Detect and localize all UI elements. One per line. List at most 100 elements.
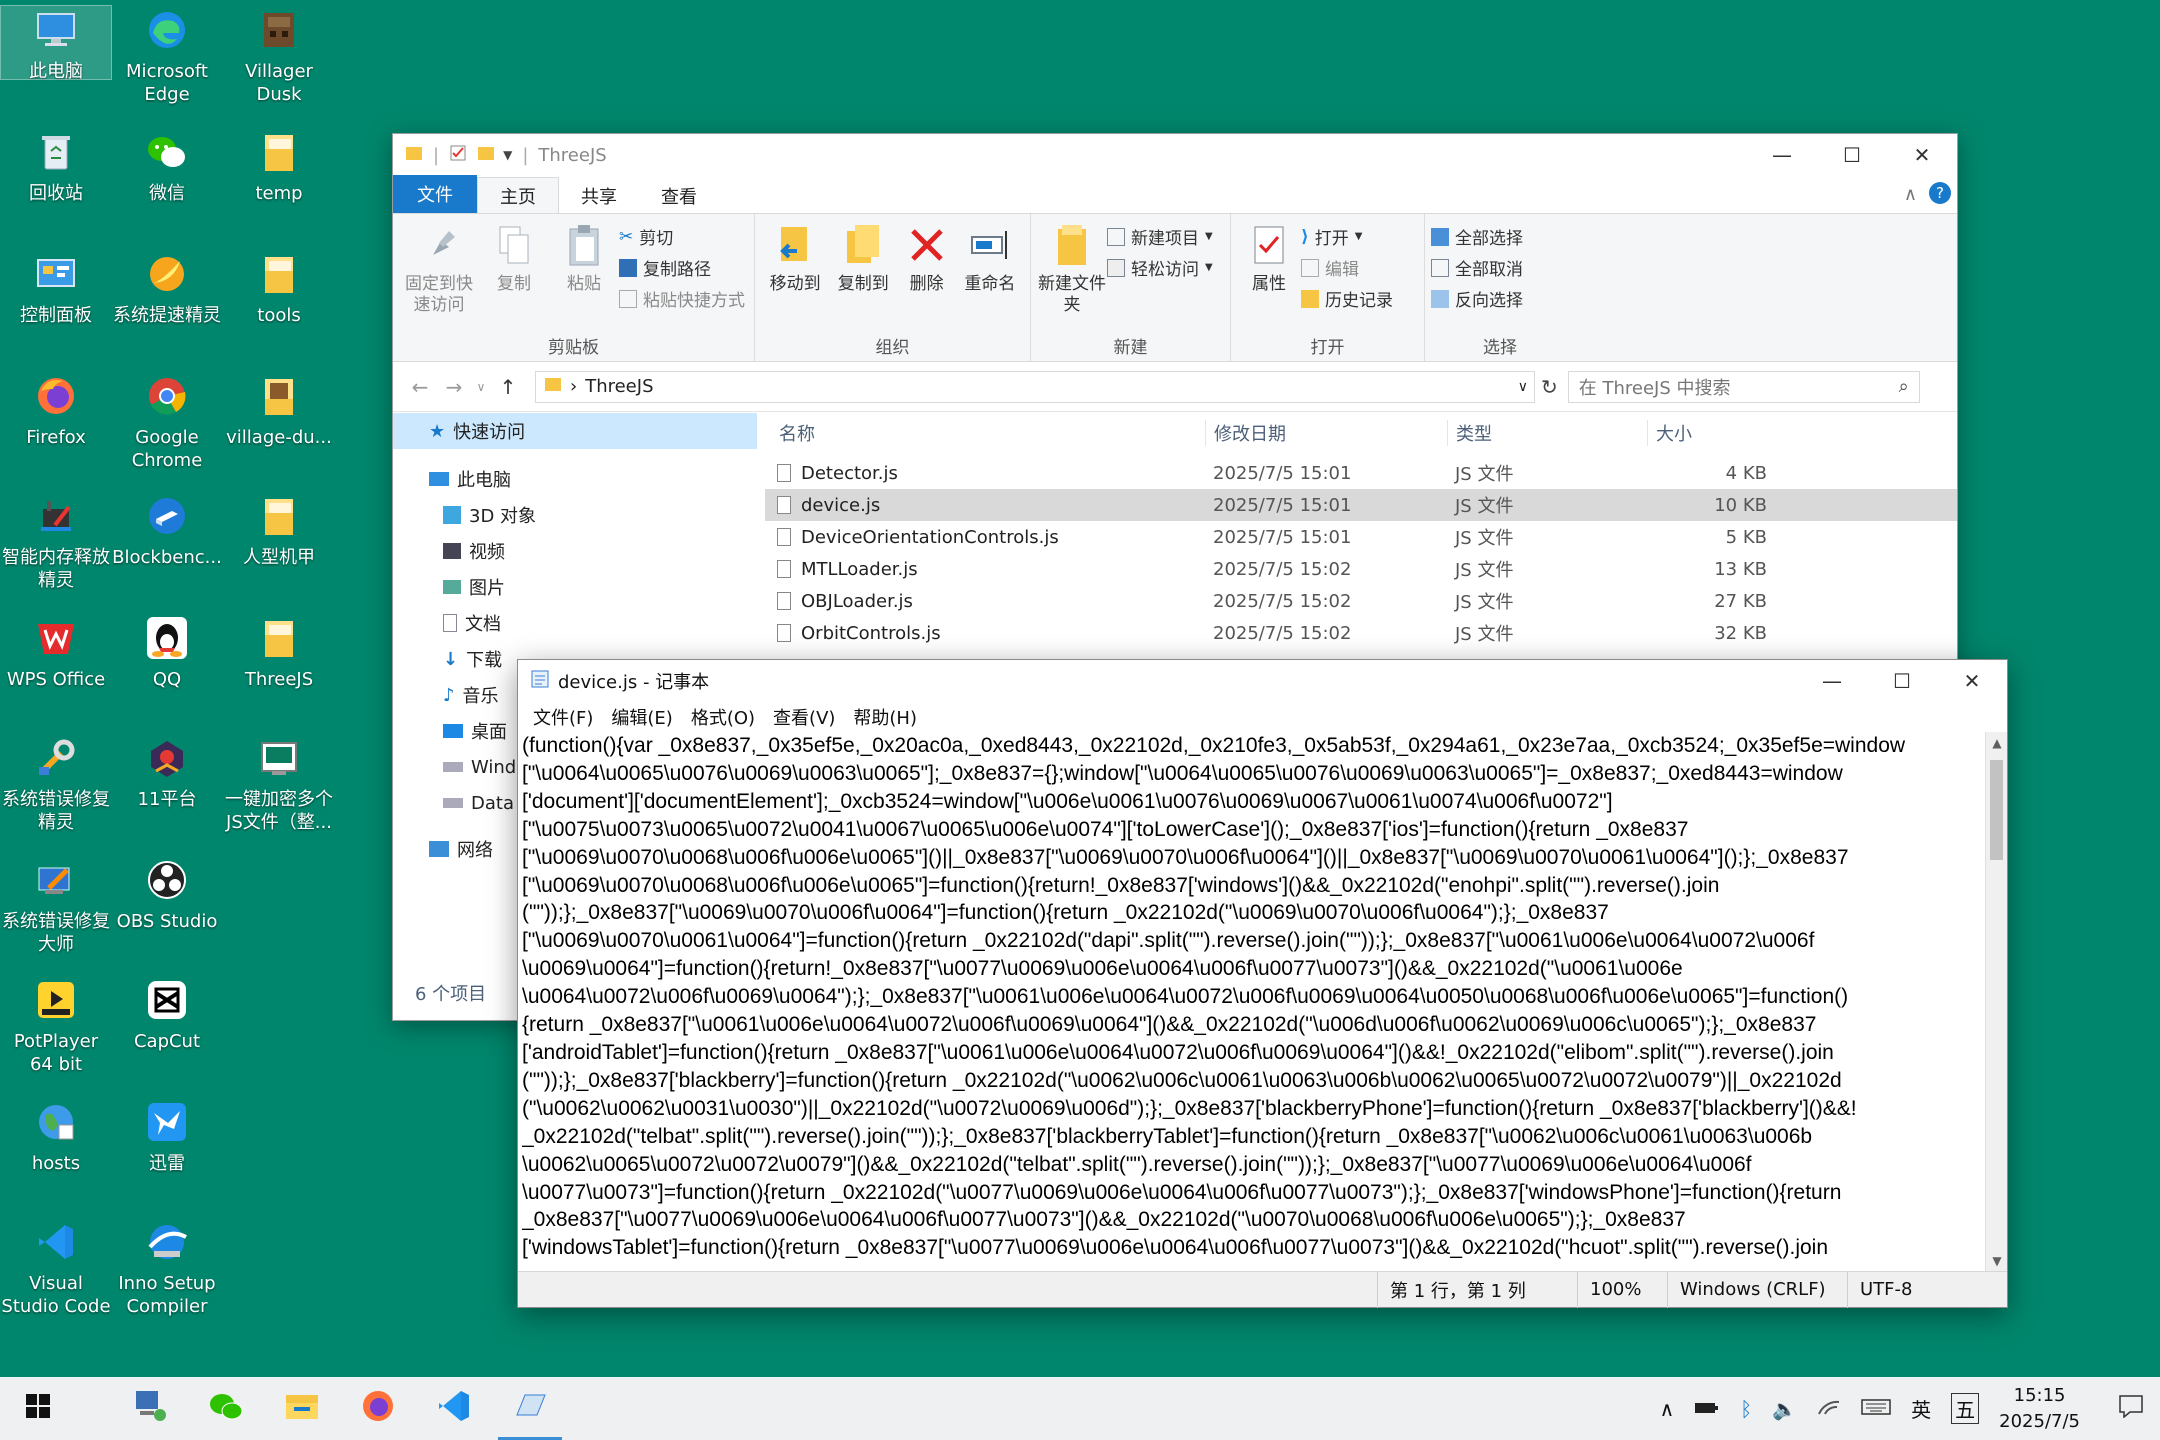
maximize-button[interactable]: ☐	[1867, 660, 1937, 702]
help-icon[interactable]: ?	[1929, 182, 1951, 204]
select-all-button[interactable]: 全部选择	[1431, 224, 1523, 249]
select-none-button[interactable]: 全部取消	[1431, 255, 1523, 280]
desktop-icon-potplayer[interactable]: PotPlayer 64 bit	[1, 976, 111, 1076]
taskbar-vscode[interactable]	[416, 1377, 492, 1440]
forward-button[interactable]: →	[437, 375, 471, 399]
desktop-icon-thunder[interactable]: 迅雷	[112, 1098, 222, 1175]
history-button[interactable]: 历史记录	[1301, 286, 1393, 311]
desktop-icon-inno-setup[interactable]: Inno Setup Compiler	[112, 1218, 222, 1318]
new-item-button[interactable]: 新建项目 ▼	[1107, 224, 1213, 249]
ime-wubi[interactable]: 五	[1951, 1393, 1980, 1424]
close-button[interactable]: ✕	[1937, 660, 2007, 702]
properties-quick-icon[interactable]	[449, 144, 467, 167]
desktop-icon-villager-dusk[interactable]: Villager Dusk	[224, 6, 334, 106]
desktop-icon-error-fix-sprite[interactable]: 系统错误修复精灵	[1, 734, 111, 834]
nav-3d-objects[interactable]: 3D 对象	[393, 497, 757, 533]
desktop-icon-edge[interactable]: Microsoft Edge	[112, 6, 222, 106]
desktop-icon-11-platform[interactable]: 11平台	[112, 734, 222, 811]
nav-quick-access[interactable]: ★ 快速访问	[393, 413, 757, 449]
paste-shortcut-button[interactable]: 粘贴快捷方式	[619, 286, 745, 311]
desktop-icon-blockbench[interactable]: Blockbenc...	[112, 492, 222, 569]
volume-icon[interactable]: 🔈	[1772, 1397, 1797, 1421]
close-button[interactable]: ✕	[1887, 134, 1957, 176]
taskbar-file-explorer[interactable]	[264, 1377, 340, 1440]
desktop-icon-village-du[interactable]: village-du...	[224, 372, 334, 449]
cut-button[interactable]: ✂ 剪切	[619, 224, 745, 250]
menu-file[interactable]: 文件(F)	[524, 704, 602, 730]
desktop-icon-threejs[interactable]: ThreeJS	[224, 614, 334, 691]
desktop-icon-this-pc[interactable]: 此电脑	[0, 5, 112, 82]
open-button[interactable]: ⟩ 打开 ▼	[1301, 224, 1393, 250]
taskbar-notepad[interactable]	[492, 1377, 568, 1440]
desktop-icon-robot-mech[interactable]: 人型机甲	[224, 492, 334, 569]
explorer-title-bar[interactable]: | ▼ | ThreeJS — ☐ ✕	[393, 134, 1957, 176]
column-header-date[interactable]: 修改日期	[1205, 420, 1447, 446]
desktop-icon-memory-release[interactable]: 智能内存释放精灵	[1, 492, 111, 592]
desktop-icon-control-panel[interactable]: 控制面板	[1, 250, 111, 327]
invert-selection-button[interactable]: 反向选择	[1431, 286, 1523, 311]
up-button[interactable]: ↑	[491, 375, 525, 399]
desktop-icon-vscode[interactable]: Visual Studio Code	[1, 1218, 111, 1318]
address-bar[interactable]: › ThreeJS ∨	[535, 370, 1535, 403]
menu-view[interactable]: 查看(V)	[764, 704, 844, 730]
maximize-button[interactable]: ☐	[1817, 134, 1887, 176]
file-row[interactable]: OBJLoader.js 2025/7/5 15:02 JS 文件 27 KB	[765, 585, 1957, 617]
nav-pictures[interactable]: 图片	[393, 569, 757, 605]
back-button[interactable]: ←	[403, 375, 437, 399]
tab-share[interactable]: 共享	[559, 179, 639, 213]
nav-videos[interactable]: 视频	[393, 533, 757, 569]
desktop-icon-wps-office[interactable]: WPS Office	[1, 614, 111, 691]
notepad-vertical-scrollbar[interactable]: ▲ ▼	[1985, 732, 2007, 1272]
tab-file[interactable]: 文件	[393, 175, 477, 213]
taskbar-firefox[interactable]	[340, 1377, 416, 1440]
desktop-icon-qq[interactable]: QQ	[112, 614, 222, 691]
chevron-down-icon[interactable]: ▼	[503, 148, 512, 162]
refresh-icon[interactable]: ↻	[1541, 375, 1558, 399]
ime-mode[interactable]: 英	[1911, 1394, 1931, 1423]
notepad-title-bar[interactable]: device.js - 记事本 — ☐ ✕	[518, 660, 2007, 702]
address-dropdown-icon[interactable]: ∨	[1518, 379, 1534, 395]
tab-home[interactable]: 主页	[477, 177, 559, 213]
battery-icon[interactable]	[1694, 1397, 1720, 1421]
new-folder-quick-icon[interactable]	[477, 144, 495, 167]
address-path[interactable]: ThreeJS	[585, 376, 653, 397]
easy-access-button[interactable]: 轻松访问 ▼	[1107, 255, 1213, 280]
wifi-icon[interactable]	[1817, 1397, 1841, 1421]
column-header-size[interactable]: 大小	[1647, 420, 1775, 446]
notepad-window[interactable]: device.js - 记事本 — ☐ ✕ 文件(F) 编辑(E) 格式(O) …	[517, 659, 2008, 1308]
file-row[interactable]: DeviceOrientationControls.js 2025/7/5 15…	[765, 521, 1957, 553]
minimize-button[interactable]: —	[1747, 134, 1817, 176]
file-row[interactable]: OrbitControls.js 2025/7/5 15:02 JS 文件 32…	[765, 617, 1957, 649]
minimize-button[interactable]: —	[1797, 660, 1867, 702]
menu-edit[interactable]: 编辑(E)	[602, 704, 681, 730]
column-header-name[interactable]: 名称	[765, 420, 1205, 446]
desktop-icon-firefox[interactable]: Firefox	[1, 372, 111, 449]
nav-documents[interactable]: 文档	[393, 605, 757, 641]
taskbar-network-tool[interactable]	[112, 1377, 188, 1440]
desktop-icon-tools[interactable]: tools	[224, 250, 334, 327]
desktop-icon-wechat[interactable]: 微信	[112, 128, 222, 205]
notification-center-icon[interactable]	[2118, 1394, 2144, 1423]
menu-format[interactable]: 格式(O)	[682, 704, 764, 730]
notepad-text-area[interactable]: (function(){var _0x8e837,_0x35ef5e,_0x20…	[522, 732, 1985, 1272]
file-row[interactable]: Detector.js 2025/7/5 15:01 JS 文件 4 KB	[765, 457, 1957, 489]
desktop-icon-chrome[interactable]: Google Chrome	[112, 372, 222, 472]
clock[interactable]: 15:15 2025/7/5	[1999, 1383, 2080, 1435]
start-button[interactable]	[0, 1377, 76, 1440]
copy-path-button[interactable]: 复制路径	[619, 255, 745, 280]
desktop-icon-speed-sprite[interactable]: 系统提速精灵	[112, 250, 222, 327]
desktop-icon-obs[interactable]: OBS Studio	[112, 856, 222, 933]
scrollbar-thumb[interactable]	[1990, 760, 2003, 860]
desktop-icon-hosts[interactable]: hosts	[1, 1098, 111, 1175]
bluetooth-icon[interactable]: ᛒ	[1740, 1397, 1752, 1421]
show-hidden-icons-chevron-icon[interactable]: ∧	[1660, 1397, 1675, 1421]
desktop-icon-error-fix-master[interactable]: 系统错误修复大师	[1, 856, 111, 956]
desktop-icon-capcut[interactable]: CapCut	[112, 976, 222, 1053]
taskbar-wechat[interactable]	[188, 1377, 264, 1440]
edit-button[interactable]: 编辑	[1301, 255, 1393, 280]
collapse-ribbon-icon[interactable]: ∧	[1904, 184, 1917, 205]
file-row[interactable]: MTLLoader.js 2025/7/5 15:02 JS 文件 13 KB	[765, 553, 1957, 585]
menu-help[interactable]: 帮助(H)	[844, 704, 926, 730]
tab-view[interactable]: 查看	[639, 179, 719, 213]
nav-this-pc[interactable]: 此电脑	[393, 461, 757, 497]
